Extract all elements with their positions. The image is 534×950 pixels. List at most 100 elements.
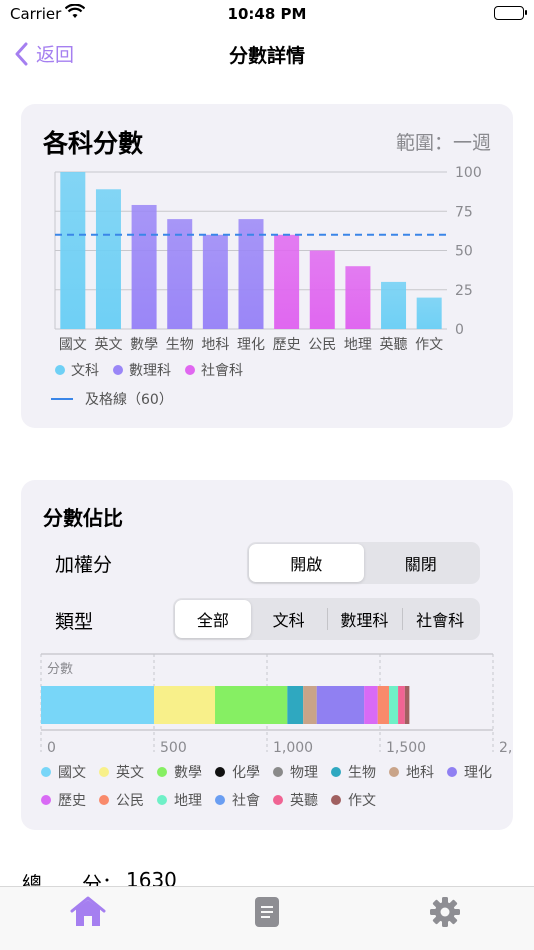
y-axis-label: 分數 — [47, 662, 73, 677]
clock: 10:48 PM — [227, 5, 307, 23]
legend-item: 英聽 — [273, 790, 318, 810]
legend-item-liberal-arts: 文科 — [55, 360, 99, 380]
x-tick-label: 理化 — [237, 337, 265, 353]
x-tick-label: 英文 — [94, 336, 122, 353]
status-bar: Carrier 10:48 PM — [0, 0, 534, 30]
legend-label: 數理科 — [129, 363, 171, 379]
legend-row: 歷史 公民 地理 社會 英聽 作文 — [41, 786, 505, 814]
legend-label: 社會 — [232, 793, 260, 809]
bar[interactable] — [202, 234, 228, 329]
legend-item: 作文 — [331, 790, 376, 810]
gear-icon — [430, 897, 460, 927]
legend-label: 歷史 — [58, 793, 86, 809]
x-tick-label: 2,0… — [499, 740, 513, 756]
legend-item: 化學 — [215, 762, 260, 782]
x-tick-label: 地理 — [344, 337, 372, 353]
legend-dot — [389, 767, 399, 777]
bar[interactable] — [309, 250, 335, 330]
stack-segment[interactable] — [303, 686, 317, 724]
y-tick-label: 0 — [455, 322, 464, 338]
stack-segment[interactable] — [404, 686, 410, 724]
stack-segment[interactable] — [287, 686, 304, 724]
legend-dot — [55, 365, 65, 375]
stack-segment[interactable] — [398, 686, 405, 724]
legend-dot — [113, 365, 123, 375]
bar[interactable] — [416, 297, 442, 329]
stack-segment[interactable] — [41, 686, 154, 724]
pass-line-legend: 及格線（60） — [51, 389, 173, 409]
legend-dot — [215, 795, 225, 805]
bar-chart-legend: 文科 數理科 社會科 — [55, 360, 257, 380]
bar[interactable] — [131, 204, 157, 329]
x-tick-label: 歷史 — [273, 337, 301, 353]
legend-dot — [99, 795, 109, 805]
y-tick-label: 100 — [455, 165, 482, 181]
legend-label: 化學 — [232, 765, 260, 781]
home-icon — [70, 896, 106, 926]
legend-dot — [447, 767, 457, 777]
legend-item: 理化 — [447, 762, 492, 782]
stack-segment[interactable] — [215, 686, 288, 724]
score-ratio-card: 分數佔比 加權分 開啟 關閉 類型 全部 文科 數理科 社會科 0 500 1,00… — [21, 480, 513, 830]
legend-dot — [331, 795, 341, 805]
subject-scores-card: 各科分數 範圍：一週 0 25 50 75 100 國文 英文 數學 生物 地科 理化 歷史 公民 地理英… — [21, 104, 513, 428]
bar[interactable] — [60, 172, 86, 329]
bar[interactable] — [345, 266, 371, 329]
legend-item: 數學 — [157, 762, 202, 782]
x-tick-label: 生物 — [166, 337, 194, 353]
x-tick-label: 數學 — [130, 337, 158, 353]
legend-label: 地科 — [406, 765, 434, 781]
legend-item: 歷史 — [41, 790, 86, 810]
bar[interactable] — [274, 234, 300, 329]
pass-line-swatch — [51, 398, 73, 400]
score-ratio-chart: 0 500 1,000 1,500 2,0… 分數 — [40, 653, 513, 756]
stack-segment[interactable] — [377, 686, 390, 724]
legend-dot — [215, 767, 225, 777]
legend-label: 作文 — [348, 793, 376, 809]
x-tick-label: 地科 — [201, 337, 229, 353]
legend-label: 國文 — [58, 765, 86, 781]
stack-segment[interactable] — [316, 686, 365, 724]
bar[interactable] — [95, 189, 121, 329]
legend-item: 社會 — [215, 790, 260, 810]
bar[interactable] — [381, 281, 407, 329]
tab-bar — [0, 886, 534, 950]
legend-dot — [41, 767, 51, 777]
legend-label: 物理 — [290, 765, 318, 781]
legend-label: 公民 — [116, 793, 144, 809]
legend-dot — [157, 795, 167, 805]
tab-home[interactable] — [70, 895, 106, 929]
legend-item: 地理 — [157, 790, 202, 810]
legend-item: 國文 — [41, 762, 86, 782]
subject-bar-chart: 0 25 50 75 100 國文 英文 數學 生物 地科 理化 歷史 公民 地理 英聽 作文 — [54, 165, 482, 353]
stack-segment[interactable] — [364, 686, 378, 724]
legend-dot — [99, 767, 109, 777]
legend-label: 英聽 — [290, 793, 318, 809]
x-tick-label: 0 — [47, 740, 56, 756]
y-tick-label: 75 — [455, 204, 473, 220]
battery-icon — [494, 6, 527, 20]
x-tick-label: 1,500 — [386, 740, 426, 756]
stack-segment[interactable] — [389, 686, 399, 724]
tab-records[interactable] — [249, 895, 285, 929]
legend-label: 生物 — [348, 765, 376, 781]
legend-label: 社會科 — [201, 363, 243, 379]
x-tick-label: 作文 — [415, 337, 443, 353]
legend-dot — [273, 795, 283, 805]
legend-item: 公民 — [99, 790, 144, 810]
x-tick-label: 國文 — [59, 337, 87, 353]
legend-item-social: 社會科 — [185, 360, 243, 380]
x-tick-label: 500 — [160, 740, 187, 756]
legend-dot — [331, 767, 341, 777]
tab-settings[interactable] — [427, 895, 463, 929]
y-tick-label: 25 — [455, 283, 473, 299]
pass-line-label: 及格線（60） — [85, 392, 173, 408]
document-icon — [255, 897, 279, 927]
legend-item: 英文 — [99, 762, 144, 782]
legend-dot — [273, 767, 283, 777]
page-title: 分數詳情 — [228, 45, 305, 67]
stack-segment[interactable] — [154, 686, 216, 724]
legend-dot — [185, 365, 195, 375]
legend-item: 物理 — [273, 762, 318, 782]
legend-item: 地科 — [389, 762, 434, 782]
